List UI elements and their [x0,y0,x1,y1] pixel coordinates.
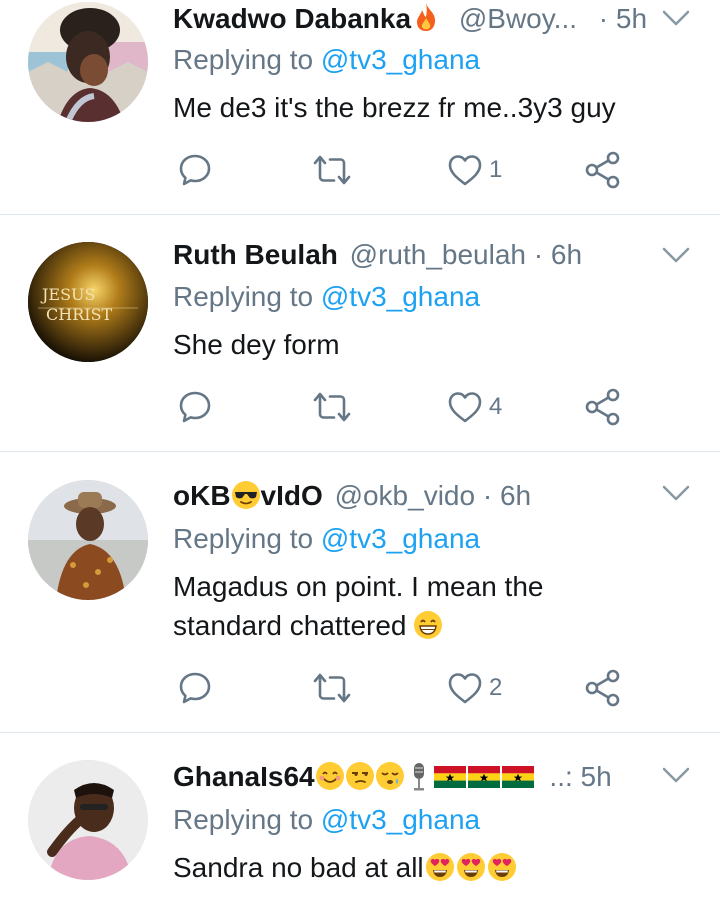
like-count: 4 [489,393,503,420]
share-icon [585,669,620,707]
ghana-flag-icon [467,766,500,788]
like-count: 1 [489,156,503,183]
unamused-emoji-icon [345,762,374,790]
reply-mention-link[interactable]: @tv3_ghana [321,44,480,75]
chevron-down-icon[interactable] [660,764,692,786]
replying-to-label: Replying to [173,804,314,835]
microphone-emoji-icon [413,763,424,791]
tweet-4[interactable]: GhanaIs64 ..: 5h Replying to @tv3_ghana … [0,733,720,905]
retweet-button[interactable] [312,668,352,708]
tweet-feed: Kwadwo Dabanka @Bwoy... · 5h Replying to… [0,0,720,905]
tweet-text-content: Sandra no bad at all [173,852,424,883]
replying-to: Replying to @tv3_ghana [173,803,480,837]
meta-separator: · [533,239,544,270]
reply-button[interactable] [177,387,213,427]
replying-to: Replying to @tv3_ghana [173,280,480,314]
avatar[interactable] [28,2,148,122]
tweet-header: GhanaIs64 ..: 5h [173,760,612,794]
avatar[interactable] [28,480,148,600]
tweet-time[interactable]: 5h [581,761,612,792]
tweet-text: She dey form [173,329,340,360]
reply-icon [179,154,211,186]
heart-icon [448,392,482,423]
fire-emoji-icon [417,3,436,31]
share-icon [585,151,620,189]
reply-button[interactable] [177,150,213,190]
tweet-1[interactable]: Kwadwo Dabanka @Bwoy... · 5h Replying to… [0,0,720,214]
reply-icon [179,672,211,704]
chevron-down-icon[interactable] [660,482,692,504]
tweet-time[interactable]: 6h [500,480,531,511]
tweet-header: Kwadwo Dabanka @Bwoy... · 5h [173,2,647,36]
reply-mention-link[interactable]: @tv3_ghana [321,281,480,312]
user-handle[interactable]: @okb_vido [335,480,476,511]
retweet-button[interactable] [312,387,352,427]
share-button[interactable] [584,668,622,708]
heart-icon [448,673,482,704]
sleepy-emoji-icon [375,762,404,790]
heart-eyes-emoji-icon [425,853,454,881]
reply-mention-link[interactable]: @tv3_ghana [321,804,480,835]
grinning-emoji-icon [414,611,443,639]
avatar-text-jesus: JESUS [40,285,96,304]
reply-button[interactable] [177,668,213,708]
share-icon [585,388,620,426]
retweet-icon [313,155,351,185]
avatar-photo [28,2,148,122]
replying-to-label: Replying to [173,281,314,312]
meta-separator: · [598,3,609,34]
ghana-flag-icon [433,766,466,788]
tweet-text: Sandra no bad at all [173,848,693,887]
like-button[interactable]: 2 [447,668,502,708]
tweet-text: Magadus on point. I mean the standard ch… [173,567,673,645]
user-handle[interactable]: @Bwoy... [459,3,577,34]
reply-icon [179,391,211,423]
smiling-emoji-icon [315,762,344,790]
display-name[interactable]: Ruth Beulah [173,239,338,270]
tweet-3[interactable]: oKB vIdO @okb_vido · 6h Replying to @tv3… [0,452,720,732]
share-button[interactable] [584,150,622,190]
avatar[interactable] [28,760,148,880]
avatar-photo: JESUS CHRIST [28,242,148,362]
meta-separator: · [482,480,493,511]
tweet-time[interactable]: 6h [551,239,582,270]
like-count: 2 [489,674,503,701]
heart-eyes-emoji-icon [487,853,516,881]
replying-to: Replying to @tv3_ghana [173,522,480,556]
replying-to-label: Replying to [173,44,314,75]
reply-mention-link[interactable]: @tv3_ghana [321,523,480,554]
user-handle[interactable]: @ruth_beulah [350,239,526,270]
ghana-flag-icon [501,766,534,788]
tweet-time[interactable]: 5h [616,3,647,34]
tweet-header: Ruth Beulah @ruth_beulah · 6h [173,238,582,272]
like-button[interactable]: 1 [447,150,502,190]
retweet-button[interactable] [312,150,352,190]
avatar-photo [28,480,148,600]
replying-to-label: Replying to [173,523,314,554]
heart-icon [448,155,482,186]
chevron-down-icon[interactable] [660,244,692,266]
tweet-text-line-1: Magadus on point. I mean the [173,571,544,602]
display-name-part-2[interactable]: vIdO [261,480,323,511]
display-name-part-1[interactable]: oKB [173,480,231,511]
chevron-down-icon[interactable] [660,7,692,29]
header-overflow: ..: [549,761,573,792]
display-name[interactable]: Kwadwo Dabanka [173,3,411,34]
like-button[interactable]: 4 [447,387,502,427]
tweet-text-line-2: standard chattered [173,606,673,645]
avatar-photo [28,760,148,880]
retweet-icon [313,673,351,703]
retweet-icon [313,392,351,422]
heart-eyes-emoji-icon [456,853,485,881]
tweet-text: Me de3 it's the brezz fr me..3y3 guy [173,92,616,123]
share-button[interactable] [584,387,622,427]
avatar[interactable]: JESUS CHRIST [28,242,148,362]
display-name[interactable]: GhanaIs64 [173,761,315,792]
sunglasses-emoji-icon [231,481,260,509]
tweet-header: oKB vIdO @okb_vido · 6h [173,479,531,513]
replying-to: Replying to @tv3_ghana [173,43,480,77]
tweet-2[interactable]: JESUS CHRIST Ruth Beulah @ruth_beulah · … [0,215,720,451]
